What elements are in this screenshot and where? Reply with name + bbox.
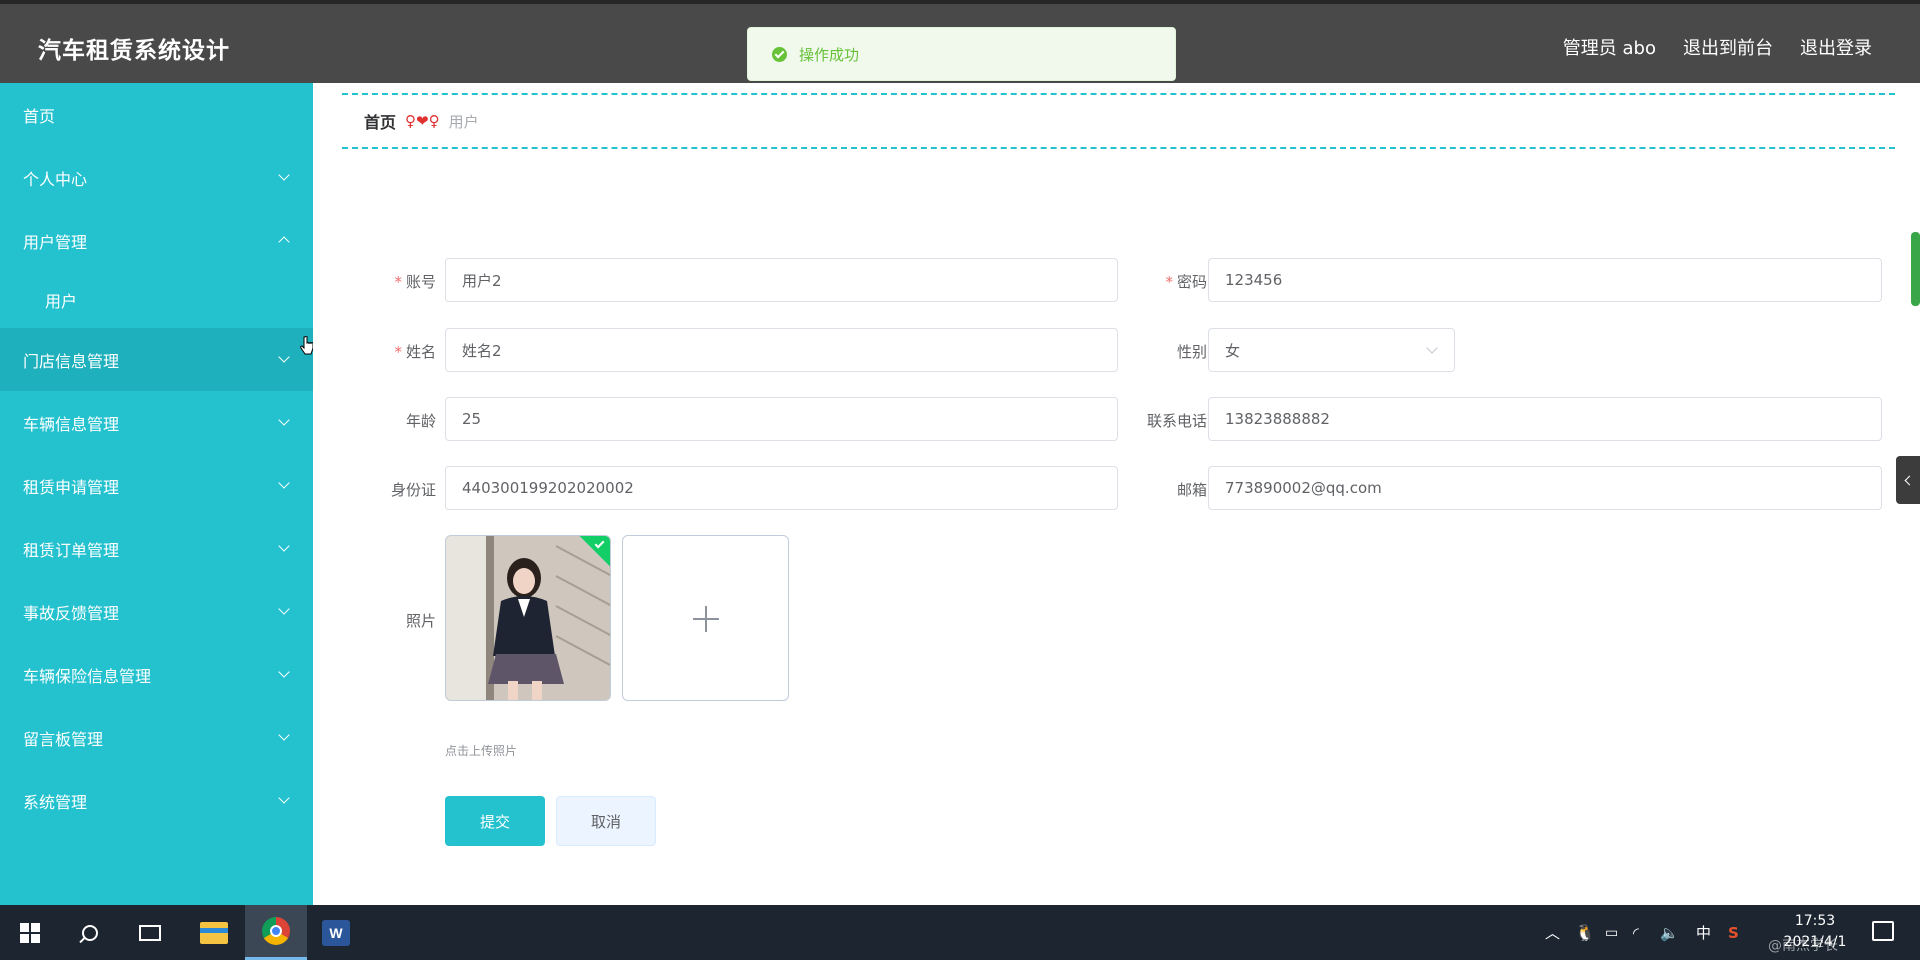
sidebar: 首页 个人中心 用户管理 用户 门店信息管理 车辆信息管理 租赁申请管理 租赁订… (0, 83, 313, 905)
gender-select[interactable]: 女 (1208, 328, 1455, 372)
chevron-down-icon (278, 477, 290, 489)
name-input[interactable]: 姓名2 (445, 328, 1118, 372)
chevron-down-icon (278, 792, 290, 804)
clock-time: 17:53 (1794, 913, 1836, 929)
breadcrumb-home[interactable]: 首页 (364, 109, 396, 133)
gender-selected-value: 女 (1225, 341, 1241, 360)
breadcrumb-separator: ♀❤♀ (405, 112, 440, 130)
collapse-panel-tab[interactable] (1896, 456, 1920, 504)
sidebar-item-store-info[interactable]: 门店信息管理 (0, 328, 313, 391)
chrome-icon[interactable] (245, 905, 307, 960)
breadcrumb: 首页 ♀❤♀ 用户 (342, 93, 1895, 149)
sidebar-item-vehicle-insurance[interactable]: 车辆保险信息管理 (0, 643, 313, 706)
wifi-icon[interactable]: ◜ (1633, 905, 1639, 960)
sogou-ime-icon[interactable]: S (1728, 905, 1739, 960)
chevron-down-icon (278, 729, 290, 741)
sidebar-item-user-management[interactable]: 用户管理 (0, 209, 313, 272)
chevron-down-icon (278, 351, 290, 363)
chevron-up-icon (278, 236, 290, 248)
age-label: 年龄 (405, 412, 436, 430)
sidebar-item-label: 用户管理 (23, 232, 88, 252)
submit-button[interactable]: 提交 (445, 796, 545, 846)
uploaded-photo-thumbnail[interactable] (445, 535, 611, 701)
password-label: * 密码 (1165, 273, 1207, 291)
sidebar-item-message-board[interactable]: 留言板管理 (0, 706, 313, 769)
user-edit-form: * 账号 用户2 * 密码 123456 * 姓名 姓名2 性别 女 年龄 25 联系… (342, 161, 1895, 846)
notification-center-icon[interactable] (1872, 921, 1894, 941)
email-input[interactable]: 773890002@qq.com (1208, 466, 1882, 510)
success-toast: 操作成功 (747, 27, 1176, 81)
phone-label: 联系电话 (1146, 412, 1207, 430)
chevron-down-icon (278, 666, 290, 678)
upload-tip: 点击上传照片 (445, 744, 518, 758)
windows-taskbar: W ︿ 🐧 ▭ ◜ 🔈 中 S 17:53 2021/4/1 @南杰学长 (0, 905, 1920, 960)
tray-chevron-up-icon[interactable]: ︿ (1545, 905, 1560, 960)
toast-message: 操作成功 (799, 45, 860, 64)
watermark-text: @南杰学长 (1768, 938, 1838, 954)
sidebar-item-label: 租赁订单管理 (23, 540, 120, 560)
photo-image (446, 536, 610, 700)
chevron-down-icon (278, 603, 290, 615)
sidebar-item-label: 系统管理 (23, 792, 88, 812)
admin-user-label: 管理员 abo (1562, 38, 1656, 59)
photo-upload-button[interactable] (622, 535, 789, 701)
account-input[interactable]: 用户2 (445, 258, 1118, 302)
battery-icon[interactable]: ▭ (1605, 905, 1618, 960)
sidebar-item-users[interactable]: 用户 (0, 272, 313, 328)
sidebar-item-system[interactable]: 系统管理 (0, 769, 313, 832)
back-to-front-link[interactable]: 退出到前台 (1683, 34, 1773, 60)
sidebar-item-rental-application[interactable]: 租赁申请管理 (0, 454, 313, 517)
windows-start-icon[interactable] (12, 915, 48, 951)
sidebar-item-label: 个人中心 (23, 169, 88, 189)
header-actions: 管理员 abo 退出到前台 退出登录 (1563, 34, 1872, 60)
sidebar-item-label: 留言板管理 (23, 729, 104, 749)
sidebar-item-rental-order[interactable]: 租赁订单管理 (0, 517, 313, 580)
chevron-down-icon (278, 540, 290, 552)
success-check-icon (772, 46, 787, 62)
search-icon[interactable] (72, 915, 108, 951)
chevron-down-icon (278, 169, 290, 181)
chevron-down-icon (278, 414, 290, 426)
sidebar-item-label: 车辆保险信息管理 (23, 666, 152, 686)
qq-icon[interactable]: 🐧 (1575, 905, 1595, 960)
volume-icon[interactable]: 🔈 (1660, 905, 1679, 960)
account-label: * 账号 (394, 273, 436, 291)
breadcrumb-current: 用户 (448, 112, 479, 131)
sidebar-item-label: 租赁申请管理 (23, 477, 120, 497)
sidebar-item-label: 门店信息管理 (23, 351, 120, 371)
sidebar-item-label: 用户 (45, 292, 78, 311)
password-input[interactable]: 123456 (1208, 258, 1882, 302)
file-explorer-icon[interactable] (196, 915, 232, 951)
logout-link[interactable]: 退出登录 (1800, 34, 1872, 60)
scrollbar-thumb[interactable] (1911, 232, 1920, 306)
main-content: 首页 ♀❤♀ 用户 * 账号 用户2 * 密码 123456 * 姓名 姓名2 性别 … (313, 83, 1920, 905)
sidebar-item-label: 事故反馈管理 (23, 603, 120, 623)
photo-label: 照片 (405, 612, 436, 630)
gender-label: 性别 (1176, 343, 1207, 361)
sidebar-item-accident-feedback[interactable]: 事故反馈管理 (0, 580, 313, 643)
app-title: 汽车租赁系统设计 (38, 38, 230, 64)
name-label: * 姓名 (394, 343, 436, 361)
word-icon[interactable]: W (318, 915, 354, 951)
hand-cursor-icon (300, 336, 314, 355)
sidebar-item-personal-center[interactable]: 个人中心 (0, 146, 313, 209)
sidebar-item-label: 车辆信息管理 (23, 414, 120, 434)
sidebar-item-label: 首页 (23, 106, 56, 126)
ime-indicator[interactable]: 中 (1696, 905, 1711, 960)
idcard-input[interactable]: 440300199202020002 (445, 466, 1118, 510)
cancel-button[interactable]: 取消 (556, 796, 656, 846)
task-view-icon[interactable] (132, 915, 168, 951)
idcard-label: 身份证 (390, 481, 436, 499)
sidebar-item-vehicle-info[interactable]: 车辆信息管理 (0, 391, 313, 454)
phone-input[interactable]: 13823888882 (1208, 397, 1882, 441)
chevron-down-icon (1426, 342, 1438, 354)
age-input[interactable]: 25 (445, 397, 1118, 441)
sidebar-item-home[interactable]: 首页 (0, 83, 313, 146)
email-label: 邮箱 (1176, 481, 1207, 499)
